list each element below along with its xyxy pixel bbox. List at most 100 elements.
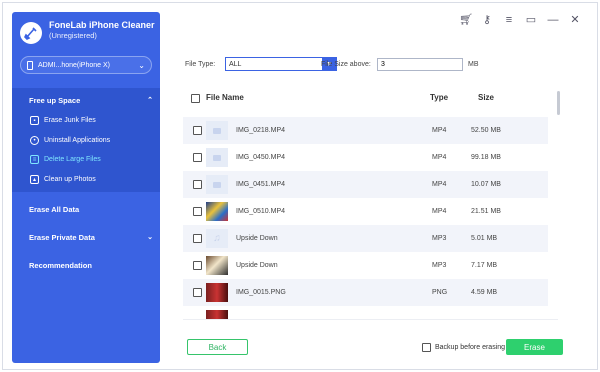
file-name: Upside Down bbox=[236, 262, 278, 269]
sidebar: FoneLab iPhone Cleaner (Unregistered) AD… bbox=[12, 12, 160, 363]
app-title: FoneLab iPhone Cleaner bbox=[49, 20, 155, 30]
title-bar-controls: 🛒︎ ⚷ ≡ ▭ — ✕ bbox=[459, 13, 581, 27]
row-checkbox[interactable] bbox=[193, 207, 202, 216]
nav-uninstall-applications[interactable]: • Uninstall Applications bbox=[30, 136, 110, 145]
row-checkbox[interactable] bbox=[193, 288, 202, 297]
nav-erase-all-label: Erase All Data bbox=[29, 205, 80, 214]
file-name: IMG_0450.MP4 bbox=[236, 154, 286, 161]
nav-free-up-space[interactable]: Free up Space ⌃ bbox=[29, 96, 153, 105]
file-name: IMG_0218.MP4 bbox=[236, 127, 286, 134]
device-name: ADMI...hone(iPhone X) bbox=[38, 61, 110, 69]
table-row[interactable]: IMG_0015.PNG PNG 4.59 MB bbox=[183, 279, 548, 306]
file-type: MP3 bbox=[432, 235, 447, 242]
backup-checkbox[interactable] bbox=[422, 343, 431, 352]
chevron-down-icon: ⌄ bbox=[147, 234, 153, 241]
nav-item-label: Uninstall Applications bbox=[44, 137, 111, 144]
file-type: PNG bbox=[432, 289, 448, 296]
table-header: File Name Type Size bbox=[183, 87, 548, 109]
nav-item-label: Clean up Photos bbox=[44, 176, 96, 183]
video-thumbnail-icon bbox=[206, 148, 228, 167]
table-row[interactable]: ♫ Upside Down MP3 5.01 MB bbox=[183, 225, 548, 252]
file-type: MP3 bbox=[432, 262, 447, 269]
size-unit: MB bbox=[468, 61, 479, 68]
file-size: 21.51 MB bbox=[471, 208, 501, 215]
file-size: 5.01 MB bbox=[471, 235, 498, 242]
backup-label: Backup before erasing bbox=[435, 344, 506, 351]
file-name: IMG_0451.MP4 bbox=[236, 181, 286, 188]
file-type: MP4 bbox=[432, 154, 447, 161]
file-type: MP4 bbox=[432, 127, 447, 134]
photo-icon: ▴ bbox=[30, 175, 39, 184]
nav-erase-junk-files[interactable]: ▪ Erase Junk Files bbox=[30, 116, 96, 125]
table-row[interactable]: IMG_0451.MP4 MP4 10.07 MB bbox=[183, 171, 548, 198]
file-type: MP4 bbox=[432, 181, 447, 188]
nav-erase-private-label: Erase Private Data bbox=[29, 233, 95, 242]
select-all-checkbox[interactable] bbox=[191, 94, 200, 103]
trash-icon: ▪ bbox=[30, 116, 39, 125]
footer-divider bbox=[183, 319, 558, 320]
key-icon[interactable]: ⚷ bbox=[481, 13, 493, 27]
app-subtitle: (Unregistered) bbox=[49, 31, 97, 40]
device-select[interactable]: ADMI...hone(iPhone X) ⌄ bbox=[20, 56, 152, 74]
scrollbar[interactable] bbox=[557, 91, 560, 115]
file-size: 4.59 MB bbox=[471, 289, 498, 296]
row-checkbox[interactable] bbox=[193, 126, 202, 135]
table-row-partial[interactable] bbox=[183, 306, 548, 319]
video-thumbnail-icon bbox=[206, 121, 228, 140]
table-row[interactable]: IMG_0218.MP4 MP4 52.50 MB bbox=[183, 117, 548, 144]
nav-erase-private-data[interactable]: Erase Private Data ⌄ bbox=[29, 233, 153, 242]
file-name: IMG_0510.MP4 bbox=[236, 208, 286, 215]
brand: FoneLab iPhone Cleaner (Unregistered) bbox=[20, 20, 155, 44]
file-type-label: File Type: bbox=[185, 61, 216, 68]
file-name: Upside Down bbox=[236, 235, 278, 242]
file-type: MP4 bbox=[432, 208, 447, 215]
nav-item-label: Delete Large Files bbox=[44, 156, 101, 163]
column-type: Type bbox=[430, 93, 449, 102]
file-size: 10.07 MB bbox=[471, 181, 501, 188]
broom-logo-icon bbox=[20, 22, 42, 44]
image-thumbnail bbox=[206, 283, 228, 302]
erase-button[interactable]: Erase bbox=[506, 339, 563, 355]
nav-clean-up-photos[interactable]: ▴ Clean up Photos bbox=[30, 175, 96, 184]
menu-icon[interactable]: ≡ bbox=[503, 13, 515, 27]
column-size: Size bbox=[478, 93, 495, 102]
cart-icon[interactable]: 🛒︎ bbox=[459, 13, 473, 27]
file-size: 7.17 MB bbox=[471, 262, 498, 269]
close-icon[interactable]: ✕ bbox=[569, 13, 581, 27]
row-checkbox[interactable] bbox=[193, 261, 202, 270]
table-row[interactable]: IMG_0510.MP4 MP4 21.51 MB bbox=[183, 198, 548, 225]
nav-recommendation-label: Recommendation bbox=[29, 261, 92, 270]
back-button[interactable]: Back bbox=[187, 339, 248, 355]
file-type-value: ALL bbox=[229, 60, 242, 68]
row-checkbox[interactable] bbox=[193, 153, 202, 162]
row-checkbox[interactable] bbox=[193, 234, 202, 243]
column-file-name: File Name bbox=[206, 93, 244, 102]
phone-icon bbox=[27, 60, 33, 70]
chevron-down-icon: ⌄ bbox=[138, 60, 145, 70]
nav-item-label: Erase Junk Files bbox=[44, 117, 96, 124]
video-thumbnail-icon bbox=[206, 175, 228, 194]
file-icon: ≡ bbox=[30, 155, 39, 164]
feedback-icon[interactable]: ▭ bbox=[525, 13, 537, 27]
album-art-thumbnail bbox=[206, 256, 228, 275]
app-window: FoneLab iPhone Cleaner (Unregistered) AD… bbox=[2, 2, 598, 370]
file-size-label: File Size above: bbox=[321, 61, 371, 68]
nav-recommendation[interactable]: Recommendation bbox=[29, 261, 153, 270]
minimize-icon[interactable]: — bbox=[547, 13, 559, 27]
image-thumbnail bbox=[206, 310, 228, 319]
chevron-up-icon: ⌃ bbox=[147, 97, 153, 104]
nav-delete-large-files[interactable]: ≡ Delete Large Files bbox=[30, 155, 101, 164]
image-thumbnail bbox=[206, 202, 228, 221]
table-row[interactable]: IMG_0450.MP4 MP4 99.18 MB bbox=[183, 144, 548, 171]
apps-icon: • bbox=[30, 136, 39, 145]
row-checkbox[interactable] bbox=[193, 180, 202, 189]
music-note-icon: ♫ bbox=[206, 229, 228, 248]
backup-option[interactable]: Backup before erasing bbox=[422, 343, 505, 352]
file-size: 99.18 MB bbox=[471, 154, 501, 161]
table-row[interactable]: Upside Down MP3 7.17 MB bbox=[183, 252, 548, 279]
nav-free-up-space-label: Free up Space bbox=[29, 96, 81, 105]
nav-erase-all-data[interactable]: Erase All Data bbox=[29, 205, 153, 214]
file-name: IMG_0015.PNG bbox=[236, 289, 286, 296]
file-size: 52.50 MB bbox=[471, 127, 501, 134]
file-size-input[interactable] bbox=[377, 58, 463, 71]
